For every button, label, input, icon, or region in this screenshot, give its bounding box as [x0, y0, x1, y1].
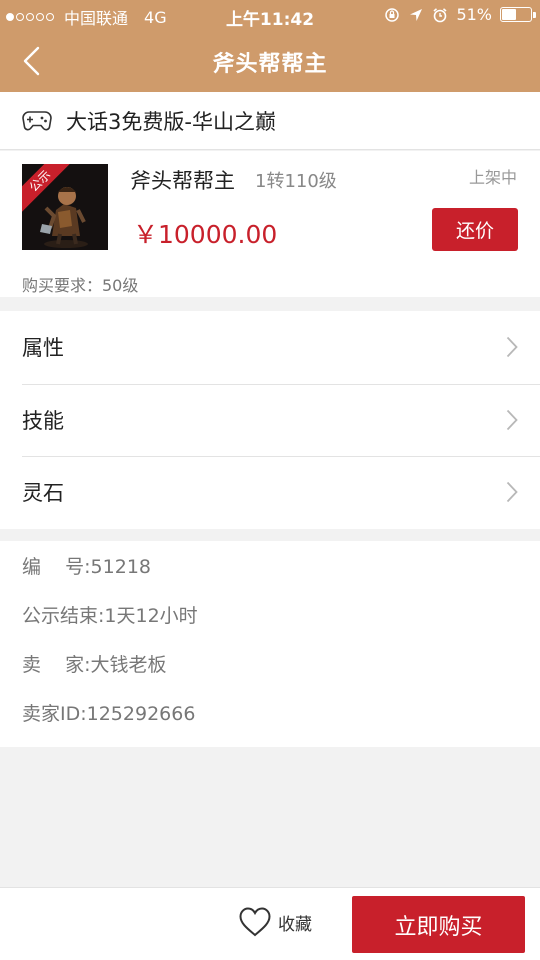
character-name: 斧头帮帮主: [130, 169, 235, 193]
purchase-requirement: 购买要求：50级: [22, 276, 139, 295]
counter-offer-button[interactable]: 还价: [432, 208, 518, 251]
gamepad-icon: [22, 110, 52, 130]
page-title: 斧头帮帮主: [212, 52, 328, 77]
chevron-right-icon: [506, 409, 518, 431]
orientation-lock-icon: [385, 7, 400, 22]
price: ￥10000.00: [133, 220, 278, 249]
character-level: 1转110级: [255, 171, 337, 192]
character-thumbnail[interactable]: 公示: [22, 164, 108, 250]
bottom-action-bar: 收藏 立即购买: [0, 887, 540, 960]
menu-item-label: 灵石: [22, 481, 64, 506]
chevron-right-icon: [506, 482, 518, 503]
menu-item-label: 技能: [22, 408, 64, 433]
seller-name: 卖 家:大钱老板: [22, 654, 167, 676]
chevron-right-icon: [506, 337, 518, 358]
alarm-icon: [433, 7, 447, 22]
top-bar: 中国联通 4G 上午11:42 51% 斧头帮帮主: [0, 0, 540, 92]
product-card: 公示 斧头帮帮主 1转110级 上架中 ￥10000.00 还价 购买要求：50…: [0, 151, 540, 297]
battery-icon: [500, 7, 536, 22]
publicity-end: 公示结束:1天12小时: [22, 605, 198, 627]
detail-menu: 属性 技能 灵石: [0, 311, 540, 529]
status-bar: 中国联通 4G 上午11:42 51%: [0, 0, 540, 30]
listing-number: 编 号:51218: [22, 556, 152, 578]
buy-now-button[interactable]: 立即购买: [352, 896, 525, 953]
location-arrow-icon: [410, 8, 423, 21]
status-bar-right: 51%: [384, 5, 536, 24]
nav-bar: 斧头帮帮主: [0, 30, 540, 92]
favorite-button[interactable]: 收藏: [238, 906, 312, 938]
server-row: 大话3免费版-华山之巅: [0, 92, 540, 150]
seller-id: 卖家ID:125292666: [22, 703, 196, 725]
menu-item-skills[interactable]: 技能: [0, 383, 540, 457]
listing-status: 上架中: [468, 168, 517, 187]
favorite-label: 收藏: [278, 914, 312, 935]
heart-icon: [239, 907, 271, 937]
menu-item-attributes[interactable]: 属性: [0, 311, 540, 384]
server-name: 大话3免费版-华山之巅: [66, 109, 276, 134]
menu-item-spirit-stone[interactable]: 灵石: [0, 456, 540, 529]
menu-item-label: 属性: [22, 336, 64, 361]
listing-info: 编 号:51218 公示结束:1天12小时 卖 家:大钱老板 卖家ID:1252…: [0, 541, 540, 747]
battery-percent: 51%: [456, 5, 492, 24]
battery-level: [502, 9, 517, 20]
